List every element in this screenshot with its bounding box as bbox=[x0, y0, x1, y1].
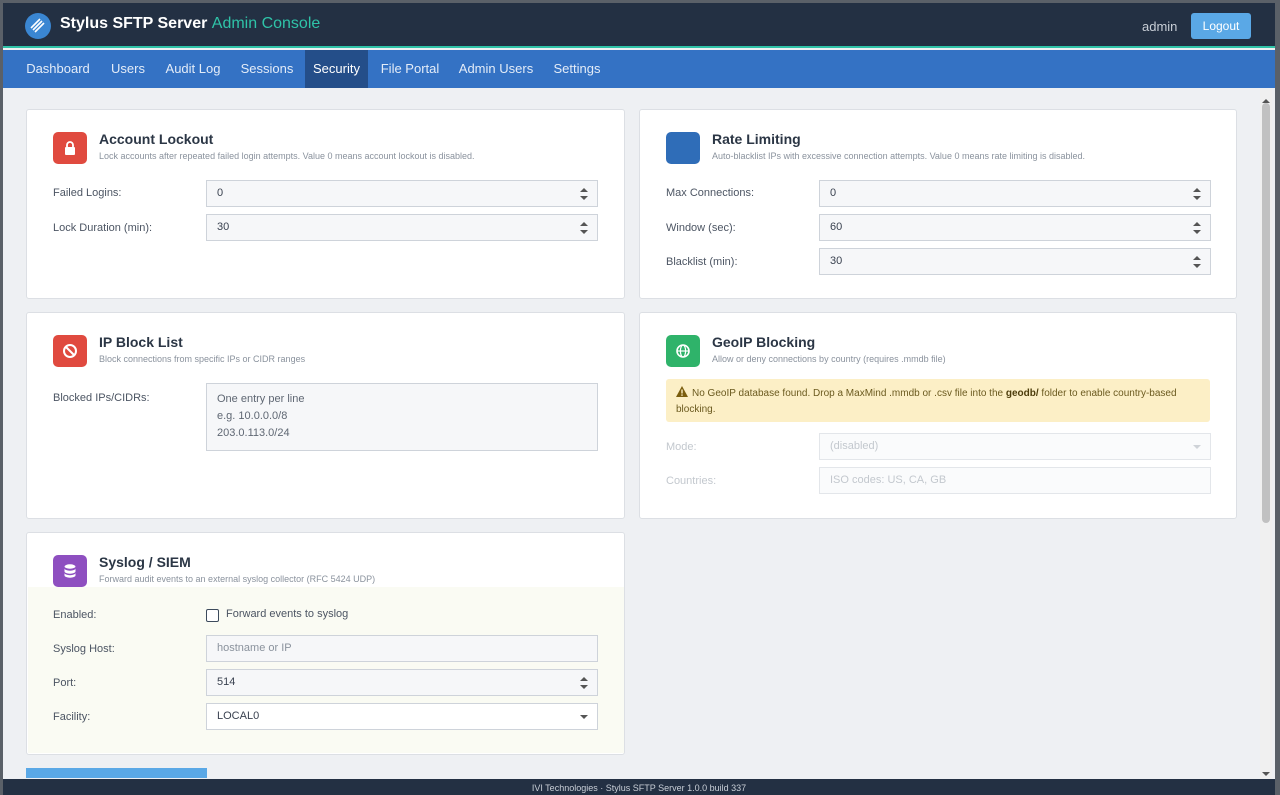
mode-value: (disabled) bbox=[830, 440, 879, 452]
blacklist-label: Blacklist (min): bbox=[666, 256, 738, 268]
scrollbar[interactable] bbox=[1260, 89, 1272, 779]
app-brand: Stylus SFTP Server Admin Console bbox=[60, 15, 320, 33]
port-input[interactable]: 514 bbox=[206, 669, 598, 696]
spinner-icon[interactable] bbox=[579, 220, 589, 236]
blocked-ips-textarea[interactable]: One entry per line e.g. 10.0.0.0/8 203.0… bbox=[206, 383, 598, 451]
tab-file-portal[interactable]: File Portal bbox=[373, 50, 447, 88]
database-icon bbox=[53, 555, 87, 587]
host-placeholder: hostname or IP bbox=[217, 642, 292, 654]
facility-select[interactable]: LOCAL0 bbox=[206, 703, 598, 730]
enabled-label: Enabled: bbox=[53, 609, 97, 621]
countries-input[interactable]: ISO codes: US, CA, GB bbox=[819, 467, 1211, 494]
countries-label: Countries: bbox=[666, 475, 717, 487]
warning-icon bbox=[676, 386, 688, 402]
warning-folder: geodb/ bbox=[1005, 388, 1039, 399]
mode-label: Mode: bbox=[666, 441, 697, 453]
syslog-host-label: Syslog Host: bbox=[53, 643, 115, 655]
globe-icon bbox=[666, 335, 700, 367]
tab-sessions[interactable]: Sessions bbox=[233, 50, 301, 88]
syslog-enabled-checkbox[interactable] bbox=[206, 609, 219, 622]
tab-users[interactable]: Users bbox=[104, 50, 152, 88]
main-nav: Dashboard Users Audit Log Sessions Secur… bbox=[3, 50, 1275, 88]
countries-placeholder: ISO codes: US, CA, GB bbox=[830, 474, 947, 486]
card-subtitle: Block connections from specific IPs or C… bbox=[99, 354, 306, 364]
lock-duration-value: 30 bbox=[217, 221, 230, 233]
window-label: Window (sec): bbox=[666, 222, 736, 234]
geoip-warning: No GeoIP database found. Drop a MaxMind … bbox=[666, 379, 1210, 422]
current-user: admin bbox=[1142, 19, 1178, 34]
facility-value: LOCAL0 bbox=[217, 710, 260, 722]
tab-admin-users[interactable]: Admin Users bbox=[452, 50, 540, 88]
rate-limiting-card: Rate Limiting Auto-blacklist IPs with ex… bbox=[639, 109, 1237, 299]
brand-name: Stylus SFTP Server bbox=[60, 15, 208, 32]
syslog-host-input[interactable]: hostname or IP bbox=[206, 635, 598, 662]
app-window: Stylus SFTP Server Admin Console admin L… bbox=[3, 3, 1275, 795]
card-title: Rate Limiting bbox=[712, 131, 801, 147]
card-title: IP Block List bbox=[99, 334, 183, 350]
save-button[interactable] bbox=[26, 768, 207, 778]
scroll-down-icon[interactable] bbox=[1262, 765, 1270, 776]
window-value: 60 bbox=[830, 221, 843, 233]
card-subtitle: Lock accounts after repeated failed logi… bbox=[99, 151, 475, 161]
card-subtitle: Allow or deny connections by country (re… bbox=[712, 354, 946, 364]
facility-label: Facility: bbox=[53, 711, 91, 723]
placeholder-line: 203.0.113.0/24 bbox=[217, 427, 290, 439]
account-lockout-card: Account Lockout Lock accounts after repe… bbox=[26, 109, 625, 299]
warning-text: No GeoIP database found. Drop a MaxMind … bbox=[692, 388, 1006, 399]
tab-security[interactable]: Security bbox=[305, 50, 368, 88]
spinner-icon[interactable] bbox=[1192, 254, 1202, 270]
card-subtitle: Forward audit events to an external sysl… bbox=[99, 574, 376, 584]
port-label: Port: bbox=[53, 677, 77, 689]
syslog-card: Syslog / SIEM Forward audit events to an… bbox=[26, 532, 625, 755]
mode-select[interactable]: (disabled) bbox=[819, 433, 1211, 460]
tab-dashboard[interactable]: Dashboard bbox=[17, 50, 99, 88]
ban-icon bbox=[53, 335, 87, 367]
window-input[interactable]: 60 bbox=[819, 214, 1211, 241]
failed-logins-input[interactable]: 0 bbox=[206, 180, 598, 207]
speed-icon bbox=[666, 132, 700, 164]
card-title: GeoIP Blocking bbox=[712, 334, 816, 350]
tab-audit-log[interactable]: Audit Log bbox=[158, 50, 228, 88]
port-value: 514 bbox=[217, 676, 236, 688]
lock-duration-input[interactable]: 30 bbox=[206, 214, 598, 241]
blacklist-input[interactable]: 30 bbox=[819, 248, 1211, 275]
geoip-blocking-card: GeoIP Blocking Allow or deny connections… bbox=[639, 312, 1237, 519]
max-connections-label: Max Connections: bbox=[666, 187, 755, 199]
top-bar: Stylus SFTP Server Admin Console admin L… bbox=[3, 3, 1275, 48]
spinner-icon[interactable] bbox=[1192, 220, 1202, 236]
footer: IVI Technologies · Stylus SFTP Server 1.… bbox=[3, 779, 1275, 795]
card-subtitle: Auto-blacklist IPs with excessive connec… bbox=[712, 151, 1086, 161]
spinner-icon[interactable] bbox=[579, 675, 589, 691]
card-title: Syslog / SIEM bbox=[99, 554, 191, 570]
stylus-logo-icon bbox=[25, 13, 51, 39]
brand-suffix: Admin Console bbox=[211, 15, 321, 32]
spinner-icon[interactable] bbox=[579, 186, 589, 202]
checkbox-label[interactable]: Forward events to syslog bbox=[226, 608, 348, 620]
chevron-down-icon bbox=[1192, 443, 1202, 459]
failed-logins-value: 0 bbox=[217, 187, 224, 199]
blacklist-value: 30 bbox=[830, 255, 843, 267]
card-title: Account Lockout bbox=[99, 131, 214, 147]
blocked-ips-label: Blocked IPs/CIDRs: bbox=[53, 392, 150, 404]
lock-icon bbox=[53, 132, 87, 164]
logout-button[interactable]: Logout bbox=[1191, 13, 1251, 39]
max-connections-value: 0 bbox=[830, 187, 837, 199]
ip-block-list-card: IP Block List Block connections from spe… bbox=[26, 312, 625, 519]
spinner-icon[interactable] bbox=[1192, 186, 1202, 202]
scrollbar-thumb[interactable] bbox=[1262, 103, 1270, 523]
placeholder-line: One entry per line bbox=[217, 393, 305, 405]
chevron-down-icon bbox=[579, 713, 589, 729]
tab-settings[interactable]: Settings bbox=[545, 50, 609, 88]
failed-logins-label: Failed Logins: bbox=[53, 187, 122, 199]
max-connections-input[interactable]: 0 bbox=[819, 180, 1211, 207]
lock-duration-label: Lock Duration (min): bbox=[53, 222, 153, 234]
placeholder-line: e.g. 10.0.0.0/8 bbox=[217, 410, 288, 422]
scroll-up-icon[interactable] bbox=[1262, 92, 1270, 103]
